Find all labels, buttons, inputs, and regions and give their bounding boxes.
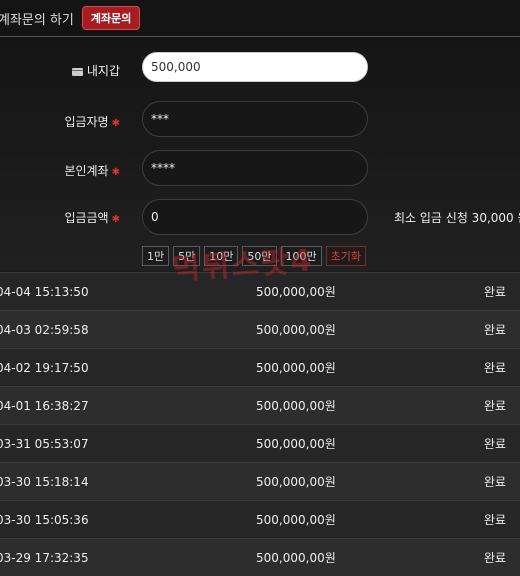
table-row: 04-03 02:59:58 500,000,00원 완료: [0, 310, 520, 348]
row-status: 완료: [484, 551, 507, 565]
table-row: 04-01 16:38:27 500,000,00원 완료: [0, 386, 520, 424]
balance-label: 내지갑: [0, 62, 120, 79]
row-status: 완료: [484, 475, 507, 489]
row-status: 완료: [484, 399, 507, 413]
wallet-icon: [71, 67, 83, 76]
account-label: 본인계좌 ✱: [64, 164, 120, 178]
deposit-form: 내지갑 입금자명✱ 본인계좌✱ 입금금액✱ 최소 입금 신청 30,000 원 …: [0, 37, 520, 271]
quick-amount-buttons: 1만 5만 10만 50만 100만 초기화: [142, 246, 366, 266]
row-amount: 500,000,00원: [256, 285, 336, 299]
row-status: 완료: [484, 437, 507, 451]
row-datetime: 04-04 15:13:50: [0, 284, 89, 299]
table-row: 03-29 17:32:35 500,000,00원 완료: [0, 538, 520, 576]
deposit-amount-field[interactable]: [142, 199, 368, 235]
quick-amount-50k-button[interactable]: 5만: [173, 246, 201, 266]
page-header: 계좌문의 하기 계좌문의: [0, 0, 520, 37]
row-datetime: 04-02 19:17:50: [0, 360, 89, 375]
row-amount: 500,000,00원: [256, 399, 336, 413]
deposit-amount-label: 입금금액 ✱: [64, 211, 120, 225]
required-icon: ✱: [111, 214, 120, 225]
row-datetime: 03-30 15:05:36: [0, 512, 89, 527]
row-amount: 500,000,00원: [256, 513, 336, 527]
quick-amount-100k-button[interactable]: 10만: [204, 246, 239, 266]
row-status: 완료: [484, 285, 507, 299]
account-field[interactable]: [142, 150, 368, 186]
quick-amount-10k-button[interactable]: 1만: [142, 246, 170, 266]
row-amount: 500,000,00원: [256, 437, 336, 451]
row-status: 완료: [484, 323, 507, 337]
required-icon: ✱: [111, 118, 120, 129]
row-amount: 500,000,00원: [256, 323, 336, 337]
row-datetime: 03-30 15:18:14: [0, 474, 89, 489]
table-row: 03-31 05:53:07 500,000,00원 완료: [0, 424, 520, 462]
row-amount: 500,000,00원: [256, 475, 336, 489]
page-title: 계좌문의 하기: [0, 12, 74, 28]
depositor-name-field[interactable]: [142, 101, 368, 137]
row-datetime: 04-01 16:38:27: [0, 398, 89, 413]
row-status: 완료: [484, 513, 507, 527]
reset-button[interactable]: 초기화: [325, 246, 366, 266]
minimum-deposit-note: 최소 입금 신청 30,000 원: [394, 211, 520, 225]
table-row: 04-04 15:13:50 500,000,00원 완료: [0, 272, 520, 310]
row-datetime: 03-31 05:53:07: [0, 436, 89, 451]
row-datetime: 03-29 17:32:35: [0, 550, 89, 565]
table-row: 03-30 15:05:36 500,000,00원 완료: [0, 500, 520, 538]
depositor-name-label: 입금자명 ✱: [64, 115, 120, 129]
quick-amount-1m-button[interactable]: 100만: [280, 246, 322, 266]
row-status: 완료: [484, 361, 507, 375]
balance-field[interactable]: [142, 52, 368, 82]
table-row: 03-30 15:18:14 500,000,00원 완료: [0, 462, 520, 500]
account-inquiry-button[interactable]: 계좌문의: [81, 6, 141, 30]
row-amount: 500,000,00원: [256, 551, 336, 565]
required-icon: ✱: [111, 167, 120, 178]
row-amount: 500,000,00원: [256, 361, 336, 375]
deposit-history-list: 04-04 15:13:50 500,000,00원 완료 04-03 02:5…: [0, 272, 520, 576]
table-row: 04-02 19:17:50 500,000,00원 완료: [0, 348, 520, 386]
row-datetime: 04-03 02:59:58: [0, 322, 89, 337]
quick-amount-500k-button[interactable]: 50만: [242, 246, 277, 266]
